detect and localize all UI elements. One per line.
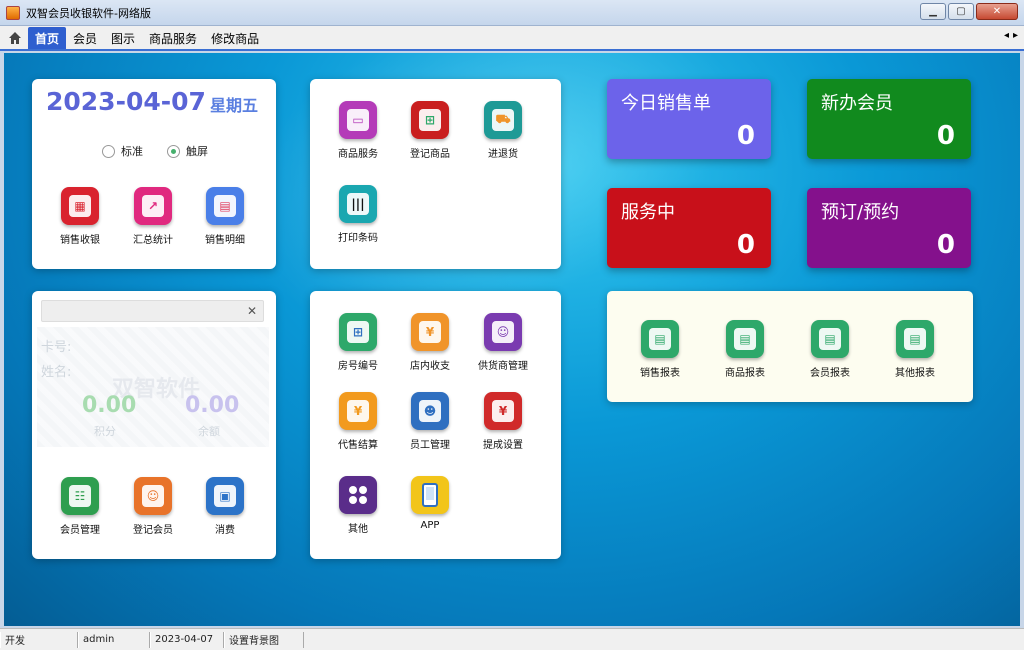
menu-item-member[interactable]: 会员 bbox=[66, 27, 104, 49]
title-bar: 双智会员收银软件-网络版 ▁ ▢ ✕ bbox=[0, 0, 1024, 26]
tile-supplier-manage[interactable]: ☺ 供货商管理 bbox=[467, 313, 539, 372]
tile-consume[interactable]: ▣ 消费 bbox=[189, 477, 261, 536]
tile-staff-manage[interactable]: ☻ 员工管理 bbox=[394, 392, 466, 451]
menu-item-chart[interactable]: 图示 bbox=[104, 27, 142, 49]
mode-radio-group: 标准 触屏 bbox=[102, 143, 208, 159]
functions-card: ⊞ 房号编号 ¥ 店内收支 ☺ 供货商管理 ¥ 代售结算 ☻ 员工管理 ¥ 提成… bbox=[310, 291, 561, 559]
tile-register-member[interactable]: ☺ 登记会员 bbox=[117, 477, 189, 536]
current-date: 2023-04-07 bbox=[46, 87, 206, 116]
tile-print-barcode[interactable]: ||| 打印条码 bbox=[322, 185, 394, 244]
tile-goods-report[interactable]: ▤ 商品报表 bbox=[709, 320, 781, 379]
tile-summary-stats[interactable]: ↗ 汇总统计 bbox=[117, 187, 189, 246]
member-manage-icon: ☷ bbox=[61, 477, 99, 515]
register-member-icon: ☺ bbox=[134, 477, 172, 515]
tile-room-number[interactable]: ⊞ 房号编号 bbox=[322, 313, 394, 372]
status-date: 2023-04-07 bbox=[150, 631, 224, 648]
stat-today-sales[interactable]: 今日销售单 0 bbox=[607, 79, 771, 159]
home-icon[interactable] bbox=[2, 27, 28, 49]
main-area: 2023-04-07 星期五 标准 触屏 ▦ 销售收银 ↗ 汇总统计 ▤ 销售明… bbox=[4, 53, 1020, 626]
tile-member-manage[interactable]: ☷ 会员管理 bbox=[44, 477, 116, 536]
menu-bar: 首页 会员 图示 商品服务 修改商品 ◂ ▸ bbox=[0, 26, 1024, 51]
reports-card: ▤ 销售报表 ▤ 商品报表 ▤ 会员报表 ▤ 其他报表 bbox=[607, 291, 973, 402]
supplier-icon: ☺ bbox=[484, 313, 522, 351]
window-title: 双智会员收银软件-网络版 bbox=[26, 6, 151, 20]
name-label: 姓名: bbox=[41, 365, 72, 380]
set-background-link[interactable]: 设置背景图 bbox=[224, 631, 304, 648]
minimize-button[interactable]: ▁ bbox=[920, 3, 946, 20]
weekday: 星期五 bbox=[210, 96, 259, 115]
app-icon bbox=[6, 5, 20, 20]
points-label: 积分 bbox=[94, 425, 116, 438]
tile-register-goods[interactable]: ⊞ 登记商品 bbox=[394, 101, 466, 160]
report-icon: ▤ bbox=[641, 320, 679, 358]
clear-icon[interactable]: ✕ bbox=[247, 304, 257, 318]
document-icon: ▤ bbox=[206, 187, 244, 225]
report-icon: ▤ bbox=[726, 320, 764, 358]
balance-value: 0.00 bbox=[185, 393, 240, 418]
mode-standard-radio[interactable]: 标准 bbox=[102, 143, 143, 159]
tile-commission-settings[interactable]: ¥ 提成设置 bbox=[467, 392, 539, 451]
basket-icon: ⊞ bbox=[411, 101, 449, 139]
member-card: ✕ 卡号: 姓名: 双智软件 0.00 积分 0.00 余额 ☷ 会员管理 ☺ … bbox=[32, 291, 276, 559]
consume-icon: ▣ bbox=[206, 477, 244, 515]
chart-icon: ↗ bbox=[134, 187, 172, 225]
menu-item-goods-service[interactable]: 商品服务 bbox=[142, 27, 204, 49]
radio-off-icon bbox=[102, 144, 115, 158]
stat-in-service[interactable]: 服务中 0 bbox=[607, 188, 771, 268]
staff-icon: ☻ bbox=[411, 392, 449, 430]
service-icon: ▭ bbox=[339, 101, 377, 139]
window-controls: ▁ ▢ ✕ bbox=[920, 3, 1018, 20]
close-button[interactable]: ✕ bbox=[976, 3, 1018, 20]
commission-icon: ¥ bbox=[484, 392, 522, 430]
tab-scroll-left-icon[interactable]: ◂ bbox=[1004, 30, 1009, 41]
truck-icon: ⛟ bbox=[484, 101, 522, 139]
tile-store-income[interactable]: ¥ 店内收支 bbox=[394, 313, 466, 372]
tile-goods-service[interactable]: ▭ 商品服务 bbox=[322, 101, 394, 160]
tab-scroll-right-icon[interactable]: ▸ bbox=[1013, 30, 1018, 41]
tile-app[interactable]: APP bbox=[394, 476, 466, 531]
maximize-button[interactable]: ▢ bbox=[948, 3, 974, 20]
menu-item-edit-goods[interactable]: 修改商品 bbox=[204, 27, 266, 49]
tile-sales-cashier[interactable]: ▦ 销售收银 bbox=[44, 187, 116, 246]
stat-new-members[interactable]: 新办会员 0 bbox=[807, 79, 971, 159]
card-no-label: 卡号: bbox=[41, 340, 72, 355]
goods-card: ▭ 商品服务 ⊞ 登记商品 ⛟ 进退货 ||| 打印条码 bbox=[310, 79, 561, 269]
cashier-icon: ▦ bbox=[61, 187, 99, 225]
phone-icon bbox=[411, 476, 449, 514]
date-card: 2023-04-07 星期五 标准 触屏 ▦ 销售收银 ↗ 汇总统计 ▤ 销售明… bbox=[32, 79, 276, 269]
report-icon: ▤ bbox=[896, 320, 934, 358]
money-icon: ¥ bbox=[411, 313, 449, 351]
member-search-input[interactable]: ✕ bbox=[41, 300, 264, 322]
tab-scroll: ◂ ▸ bbox=[1004, 30, 1018, 41]
settle-icon: ¥ bbox=[339, 392, 377, 430]
tile-member-report[interactable]: ▤ 会员报表 bbox=[794, 320, 866, 379]
grid-icon bbox=[339, 476, 377, 514]
menu-item-home[interactable]: 首页 bbox=[28, 27, 67, 49]
tile-consign-settle[interactable]: ¥ 代售结算 bbox=[322, 392, 394, 451]
tile-sales-detail[interactable]: ▤ 销售明细 bbox=[189, 187, 261, 246]
stat-reservations[interactable]: 预订/预约 0 bbox=[807, 188, 971, 268]
tile-sales-report[interactable]: ▤ 销售报表 bbox=[624, 320, 696, 379]
report-icon: ▤ bbox=[811, 320, 849, 358]
tile-other-report[interactable]: ▤ 其他报表 bbox=[879, 320, 951, 379]
tile-other[interactable]: 其他 bbox=[322, 476, 394, 535]
balance-label: 余额 bbox=[198, 425, 220, 438]
tile-stock-in-out[interactable]: ⛟ 进退货 bbox=[467, 101, 539, 160]
room-icon: ⊞ bbox=[339, 313, 377, 351]
radio-on-icon bbox=[167, 144, 180, 158]
status-mode: 开发 bbox=[0, 631, 78, 648]
mode-touch-radio[interactable]: 触屏 bbox=[167, 143, 208, 159]
barcode-icon: ||| bbox=[339, 185, 377, 223]
status-user: admin bbox=[78, 631, 150, 648]
status-bar: 开发 admin 2023-04-07 设置背景图 bbox=[0, 628, 1024, 650]
points-value: 0.00 bbox=[82, 393, 137, 418]
